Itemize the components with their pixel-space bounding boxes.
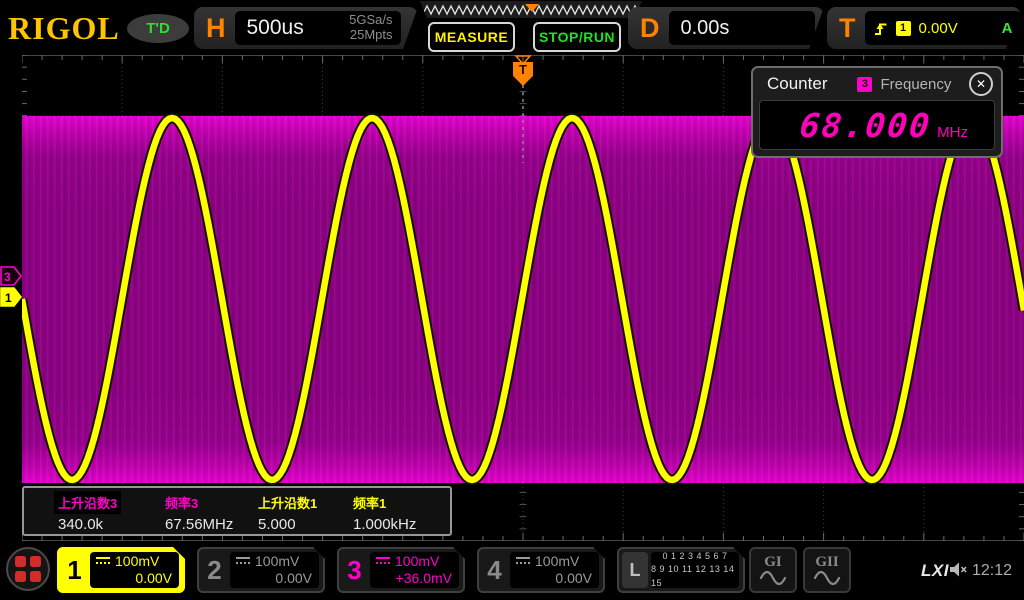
main-menu-button[interactable] (6, 547, 50, 591)
dc-coupling-icon (236, 557, 250, 565)
measurement-label: 频率3 (161, 491, 202, 514)
delay-label: D (628, 13, 669, 44)
channel-offset: +36.0mV (376, 570, 452, 588)
channel-scale: 100mV (115, 553, 159, 571)
channel-scale: 100mV (535, 553, 579, 571)
channel-3-block[interactable]: 3 100mV +36.0mV (337, 547, 465, 593)
oscilloscope-screen: RIGOL T'D H 500us 5GSa/s 25Mpts MEASURE … (0, 0, 1024, 600)
clock-display: 12:12 (972, 562, 1012, 580)
logic-channel-list: 0 1 2 3 4 5 6 7 8 9 10 11 12 13 14 15 (651, 552, 739, 588)
trigger-status-badge: T'D (127, 14, 189, 43)
counter-close-button[interactable]: ✕ (969, 72, 993, 96)
channel-2-block[interactable]: 2 100mV 0.00V (197, 547, 325, 593)
ch3-offset-marker[interactable]: 3 (0, 266, 22, 286)
dc-coupling-icon (376, 557, 390, 565)
measurement-panel[interactable]: 上升沿数3 340.0k 频率3 67.56MHz 上升沿数1 5.000 频率… (22, 486, 452, 536)
measurement-item[interactable]: 上升沿数3 340.0k (54, 491, 121, 535)
generator-2-block[interactable]: GII (803, 547, 851, 593)
measurement-value: 1.000kHz (349, 514, 420, 535)
svg-text:3: 3 (4, 270, 11, 284)
waveform-position-preview[interactable] (420, 1, 642, 18)
measurement-label: 频率1 (349, 491, 390, 514)
trigger-settings-block[interactable]: T 1 0.00V A (827, 7, 1021, 49)
measurement-item[interactable]: 频率1 1.000kHz (349, 491, 420, 535)
rising-edge-icon (873, 21, 888, 36)
channel-number: 1 (59, 549, 90, 591)
measurement-value: 5.000 (254, 514, 300, 535)
trigger-level-value: 0.00V (919, 20, 958, 37)
counter-readout: 68.000 MHz (759, 100, 995, 150)
rigol-logo: RIGOL (8, 10, 120, 47)
measurement-value: 340.0k (54, 514, 107, 535)
sine-wave-icon (813, 570, 841, 585)
generator-1-block[interactable]: GI (749, 547, 797, 593)
channel-offset: 0.00V (516, 570, 592, 588)
trigger-sweep-mode: A (1002, 20, 1013, 37)
horizontal-settings-block[interactable]: H 500us 5GSa/s 25Mpts (194, 7, 418, 49)
channel-number: 4 (479, 549, 510, 591)
stop-run-button[interactable]: STOP/RUN (533, 22, 621, 52)
channel-number: 2 (199, 549, 230, 591)
svg-text:1: 1 (5, 291, 12, 305)
counter-mode-label: Frequency (880, 76, 951, 93)
menu-grid-icon (15, 556, 41, 582)
measurement-item[interactable]: 上升沿数1 5.000 (254, 491, 321, 535)
counter-value: 68.000 (798, 106, 933, 145)
logic-channels-block[interactable]: L 0 1 2 3 4 5 6 7 8 9 10 11 12 13 14 15 (617, 547, 745, 593)
channel-scale: 100mV (395, 553, 439, 571)
dc-coupling-icon (516, 557, 530, 565)
measurement-item[interactable]: 频率3 67.56MHz (161, 491, 237, 535)
channel-scale: 100mV (255, 553, 299, 571)
horizontal-label: H (194, 13, 235, 44)
counter-unit: MHz (937, 110, 968, 141)
ch1-offset-marker[interactable]: 1 (0, 287, 22, 307)
measurement-label: 上升沿数3 (54, 491, 121, 514)
measurement-label: 上升沿数1 (254, 491, 321, 514)
generator-label: GI (764, 555, 782, 570)
logic-label: L (622, 552, 648, 588)
channel-number: 3 (339, 549, 370, 591)
channel-1-block[interactable]: 1 100mV 0.00V (57, 547, 185, 593)
counter-title: Counter (767, 74, 827, 94)
trigger-label: T (827, 13, 865, 44)
dc-coupling-icon (96, 557, 110, 565)
measurement-value: 67.56MHz (161, 514, 237, 535)
channel-offset: 0.00V (236, 570, 312, 588)
trigger-flag-letter: T (519, 62, 527, 77)
counter-panel: Counter 3 Frequency ✕ 68.000 MHz (751, 66, 1003, 158)
trigger-source-badge: 1 (896, 21, 911, 36)
timebase-value: 500us (247, 16, 304, 40)
sample-rate-text: 5GSa/s 25Mpts (349, 13, 392, 43)
channel-4-block[interactable]: 4 100mV 0.00V (477, 547, 605, 593)
sine-wave-icon (759, 570, 787, 585)
counter-source-badge: 3 (857, 77, 872, 92)
delay-block[interactable]: D 0.00s (628, 7, 824, 49)
sound-muted-icon (949, 561, 968, 578)
channel-offset: 0.00V (96, 570, 172, 588)
delay-value: 0.00s (681, 17, 730, 40)
measure-button[interactable]: MEASURE (428, 22, 515, 52)
lxi-status-label: LXI (921, 561, 949, 581)
generator-label: GII (815, 555, 838, 570)
